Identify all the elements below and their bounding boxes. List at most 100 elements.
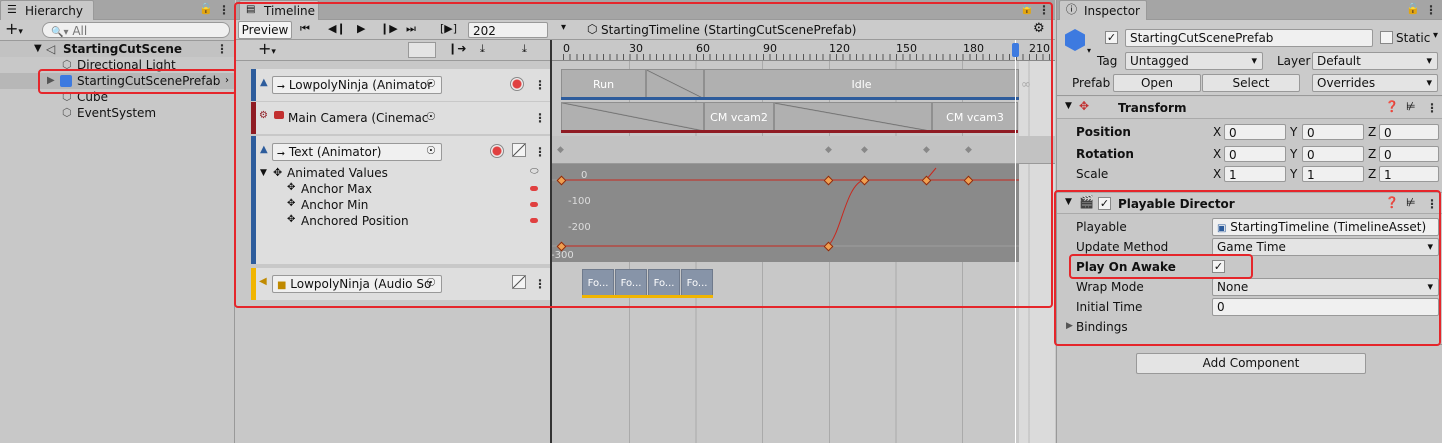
rotation-z-field[interactable]: 0 [1379,146,1439,162]
add-component-button[interactable]: Add Component [1136,353,1366,374]
play-on-awake-checkbox[interactable]: ✓ [1212,260,1225,273]
header-splitter[interactable] [550,40,552,443]
track-header-animator[interactable]: ▲ ⭢ LowpolyNinja (Animator ☉ ⋮ [251,69,551,101]
layer-dropdown[interactable]: Default [1312,52,1438,70]
playhead-handle[interactable] [1012,43,1019,57]
rotation-y-field[interactable]: 0 [1302,146,1364,162]
clip-run[interactable]: Run [561,69,646,99]
static-dropdown-icon[interactable]: ▾ [1433,30,1438,41]
scene-row[interactable]: ▼ ◁ StartingCutScene ⋮ [0,41,235,57]
static-checkbox[interactable] [1380,31,1393,44]
binding-field[interactable]: ⭢ LowpolyNinja (Animator [272,76,442,94]
enabled-checkbox[interactable]: ✓ [1098,197,1111,210]
track-header-text-animator[interactable]: ▲ ⭢ Text (Animator) ☉ ⋮ ▼ ✥ Animated Val… [251,136,551,264]
tag-dropdown[interactable]: Untagged [1125,52,1263,70]
prefab-select-button[interactable]: Select [1202,74,1300,92]
next-frame-icon[interactable]: ❙▶ [380,22,398,35]
prefab-open-button[interactable]: Open [1113,74,1201,92]
scale-z-field[interactable]: 1 [1379,166,1439,182]
playable-field[interactable]: ▣ StartingTimeline (TimelineAsset) [1212,218,1439,236]
lock-icon[interactable]: 🔒 [1020,2,1034,15]
playhead[interactable] [1015,40,1016,443]
clip-cm-vcam2[interactable]: CM vcam2 [704,102,774,132]
track-menu-icon[interactable]: ⋮ [534,110,546,126]
snap-icon[interactable] [408,42,436,58]
property-dot-icon[interactable] [530,202,538,207]
hierarchy-item[interactable]: ⬡ Cube [0,89,235,105]
component-menu-icon[interactable]: ⋮ [1426,100,1438,116]
transform-header[interactable]: ▼ ✥ Transform ❓ ⊭ ⋮ [1057,97,1442,119]
dropdown-icon[interactable]: ▾ [1087,46,1091,55]
foldout-arrow-icon[interactable]: ▼ [1065,101,1072,111]
preview-button[interactable]: Preview [238,21,292,39]
target-icon[interactable]: ☉ [426,77,436,90]
mix-icon[interactable]: ⤓ [480,42,485,56]
lock-icon[interactable]: 🔒 [1406,2,1420,15]
property-dot-icon[interactable] [530,186,538,191]
goto-start-icon[interactable]: ⏮ [300,22,310,36]
position-x-field[interactable]: 0 [1224,124,1286,140]
track-menu-icon[interactable]: ⋮ [534,144,546,160]
hierarchy-item[interactable]: ⬡ Directional Light [0,57,235,73]
active-checkbox[interactable]: ✓ [1105,31,1118,44]
menu-icon[interactable]: ⋮ [1038,2,1050,18]
hierarchy-item-selected[interactable]: ▶ StartingCutScenePrefab › [0,73,235,89]
expand-arrow-icon[interactable]: ▼ [260,168,267,178]
bindings-label[interactable]: Bindings [1076,319,1128,335]
foldout-arrow-icon[interactable]: ▼ [1065,197,1072,207]
frame-field[interactable]: 202 [468,22,548,38]
property-dot-icon[interactable] [530,218,538,223]
audio-clip[interactable]: Fo... [681,269,713,297]
position-z-field[interactable]: 0 [1379,124,1439,140]
director-header[interactable]: ▼ 🎬 ✓ Playable Director ❓ ⊭ ⋮ [1057,192,1442,214]
keyframe-marker-icon[interactable]: ◆ [965,145,972,155]
track-menu-icon[interactable]: ⋮ [534,276,546,292]
menu-icon[interactable]: ⋮ [1425,2,1437,18]
keyframe-marker-icon[interactable]: ◆ [557,145,564,155]
search-input[interactable]: 🔍▾ All [42,22,230,38]
clip-idle[interactable]: Idle [704,69,1019,99]
hierarchy-item[interactable]: ⬡ EventSystem [0,105,235,121]
rotation-x-field[interactable]: 0 [1224,146,1286,162]
tab-timeline[interactable]: ▤ Timeline [239,0,319,20]
add-icon[interactable]: +▾ [5,21,23,40]
target-icon[interactable]: ☉ [426,144,436,157]
goto-end-icon[interactable]: ⏭ [406,22,416,36]
record-icon[interactable] [490,144,504,158]
lock-icon[interactable]: 🔒 [199,2,213,15]
play-icon[interactable]: ▶ [357,22,365,35]
scale-x-field[interactable]: 1 [1224,166,1286,182]
expand-arrow-icon[interactable]: ▼ [34,41,42,57]
audio-clip[interactable]: Fo... [615,269,647,297]
track-menu-icon[interactable]: ⋮ [534,77,546,93]
initial-time-field[interactable]: 0 [1212,298,1439,316]
chevron-right-icon[interactable]: › [225,73,229,89]
prev-frame-icon[interactable]: ◀❙ [328,22,346,35]
timeline-asset-label[interactable]: StartingTimeline (StartingCutScenePrefab… [601,22,857,38]
binding-field[interactable]: ⭢ Text (Animator) [272,143,442,161]
time-ruler[interactable]: 0 30 60 90 120 150 180 210 [551,40,1055,61]
tab-inspector[interactable]: ⓘ Inspector [1059,0,1147,20]
audio-clip[interactable]: Fo... [648,269,680,297]
help-icon[interactable]: ❓ [1385,196,1399,209]
marker-icon[interactable]: ⤓ [522,42,527,56]
wrap-mode-dropdown[interactable]: None [1212,278,1439,296]
track-header-audio[interactable]: ◀ ■ LowpolyNinja (Audio So ☉ ⋮ [251,268,551,300]
scale-y-field[interactable]: 1 [1302,166,1364,182]
record-icon[interactable] [510,77,524,91]
object-name-field[interactable]: StartingCutScenePrefab [1125,29,1373,47]
keyframe-marker-icon[interactable]: ◆ [861,145,868,155]
add-track-icon[interactable]: +▾ [258,41,276,60]
overrides-dropdown[interactable]: Overrides [1312,74,1438,92]
keyframe-marker-icon[interactable]: ◆ [923,145,930,155]
track-header-camera[interactable]: ⚙ Main Camera (Cinemac ☉ ⋮ [251,102,551,134]
clip-cm-vcam3[interactable]: CM vcam3 [932,102,1018,132]
help-icon[interactable]: ❓ [1385,100,1399,113]
curve-toggle-icon[interactable] [512,143,526,157]
audio-clip[interactable]: Fo... [582,269,614,297]
position-y-field[interactable]: 0 [1302,124,1364,140]
scene-menu-icon[interactable]: ⋮ [216,41,228,57]
play-range-icon[interactable]: [▶] [440,22,457,35]
expand-arrow-icon[interactable]: ▶ [47,73,55,89]
bindings-arrow-icon[interactable]: ▶ [1066,321,1073,331]
